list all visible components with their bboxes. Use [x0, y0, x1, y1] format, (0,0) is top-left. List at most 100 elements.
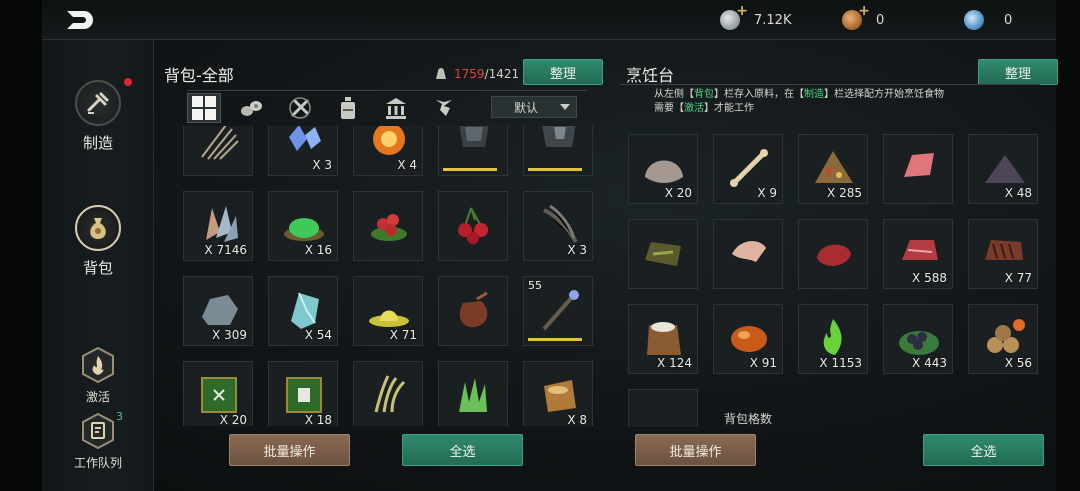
bag-item-slot[interactable]: X 4	[353, 126, 423, 176]
bag-item-slot[interactable]	[438, 191, 508, 261]
cooking-item-slot[interactable]	[798, 219, 868, 289]
sidebar-item-bag[interactable]: 背包	[42, 205, 154, 278]
cooking-batch-button[interactable]: 批量操作	[635, 434, 756, 466]
bag-item-slot[interactable]	[438, 126, 508, 176]
bag-item-slot[interactable]: X 7146	[183, 191, 253, 261]
item-quantity: X 54	[304, 328, 332, 342]
bag-item-slot[interactable]: X 16	[268, 191, 338, 261]
sidebar-item-queue[interactable]: 工作队列	[42, 412, 154, 471]
bag-item-slot[interactable]	[438, 276, 508, 346]
wood-icon	[241, 100, 262, 116]
item-level: 55	[528, 279, 542, 292]
item-quantity: X 3	[567, 243, 587, 257]
bag-item-slot[interactable]	[353, 191, 423, 261]
cooking-item-slot[interactable]	[883, 134, 953, 204]
armor-dark-icon	[536, 126, 582, 161]
item-quantity: X 8	[567, 413, 587, 426]
pink-item-icon	[641, 400, 687, 427]
filter-all-button[interactable]	[187, 92, 221, 123]
queue-count-badge: 3	[116, 410, 123, 423]
fire-orb-icon	[366, 126, 412, 161]
sidebar-item-craft[interactable]: 制造	[42, 80, 154, 153]
filter-building-button[interactable]	[379, 93, 413, 123]
cooking-item-slot[interactable]: X 77	[968, 219, 1038, 289]
bag-item-slot[interactable]	[438, 361, 508, 426]
building-icon	[386, 97, 406, 119]
grilled-steak-icon	[981, 230, 1027, 274]
bag-filter-bar: 默认	[187, 90, 587, 124]
currency-silver[interactable]: + 7.12K	[720, 3, 791, 31]
cherry-icon	[451, 202, 497, 246]
bag-item-slot[interactable]: X 309	[183, 276, 253, 346]
bag-item-slot[interactable]: X 3	[523, 191, 593, 261]
currency-gem[interactable]: 0	[964, 9, 1012, 31]
seed-sack-icon	[536, 372, 582, 416]
bag-item-slot[interactable]: X 3	[268, 126, 338, 176]
bag-grid: X 3 X 4 X 7146 X 16 X 3 X 309 X 54 X 71 55 X 20 X …	[180, 126, 600, 426]
bag-item-slot[interactable]: 55	[523, 276, 593, 346]
screen-edge-left	[0, 0, 42, 491]
sidebar-item-label: 工作队列	[73, 456, 122, 470]
dark-powder-icon	[981, 145, 1027, 189]
cooking-item-slot[interactable]: X 20	[628, 134, 698, 204]
sidebar-item-activate[interactable]: 激活	[42, 346, 154, 405]
bag-item-slot[interactable]	[183, 126, 253, 176]
item-quantity: X 124	[657, 356, 692, 370]
cooking-sort-button[interactable]: 整理	[978, 59, 1058, 85]
marbled-meat-icon	[896, 230, 942, 274]
yellow-slime-icon	[366, 287, 412, 331]
cooking-item-slot[interactable]: X 48	[968, 134, 1038, 204]
filter-tools-button[interactable]	[283, 93, 317, 123]
silver-coin-icon: +	[720, 3, 748, 30]
screen-edge-right	[1056, 0, 1080, 491]
queue-icon	[81, 412, 115, 450]
spice-mix-icon	[811, 145, 857, 189]
potion-icon	[341, 96, 355, 119]
top-bar	[42, 0, 1056, 40]
cooking-item-slot[interactable]	[713, 219, 783, 289]
item-quantity: X 309	[212, 328, 247, 342]
bag-item-slot[interactable]: X 18	[268, 361, 338, 426]
item-quantity: X 3	[312, 158, 332, 172]
thorns-icon	[196, 126, 242, 161]
item-quantity: X 77	[1004, 271, 1032, 285]
herb-board-icon	[641, 230, 687, 274]
filter-potion-button[interactable]	[331, 93, 365, 123]
back-button[interactable]	[64, 8, 96, 32]
bag-select-all-button[interactable]: 全选	[402, 434, 523, 466]
bag-item-slot[interactable]: X 20	[183, 361, 253, 426]
bag-weight: 1759/1421	[434, 67, 519, 81]
currency-copper[interactable]: + 0	[842, 3, 884, 31]
cooking-item-slot[interactable]: X 124	[628, 304, 698, 374]
cooking-item-slot[interactable]	[628, 389, 698, 427]
cooking-select-all-button[interactable]: 全选	[923, 434, 1044, 466]
gem-amount: 0	[1004, 12, 1013, 28]
filter-wood-button[interactable]	[235, 93, 269, 123]
filter-trophy-button[interactable]	[427, 93, 461, 123]
bag-item-slot[interactable]	[353, 361, 423, 426]
leather-pouch-icon	[451, 287, 497, 331]
cooking-item-slot[interactable]: X 9	[713, 134, 783, 204]
cooking-item-slot[interactable]: X 285	[798, 134, 868, 204]
bag-item-slot[interactable]: X 54	[268, 276, 338, 346]
cooking-item-slot[interactable]: X 1153	[798, 304, 868, 374]
cooking-item-slot[interactable]: X 91	[713, 304, 783, 374]
item-quantity: X 7146	[204, 243, 247, 257]
cooking-item-slot[interactable]: X 588	[883, 219, 953, 289]
sort-dropdown[interactable]: 默认	[491, 96, 577, 118]
cooking-title: 烹饪台	[626, 66, 675, 85]
bag-batch-button[interactable]: 批量操作	[229, 434, 350, 466]
green-flame-icon	[811, 315, 857, 359]
bag-item-slot[interactable]	[523, 126, 593, 176]
cooking-item-slot[interactable]: X 56	[968, 304, 1038, 374]
cooking-item-slot[interactable]: X 443	[883, 304, 953, 374]
grass-icon	[451, 372, 497, 416]
item-quantity: X 20	[664, 186, 692, 200]
armor-icon	[451, 126, 497, 161]
cooking-item-slot[interactable]	[628, 219, 698, 289]
green-book-2-icon	[281, 372, 327, 416]
bag-sort-button[interactable]: 整理	[523, 59, 603, 85]
bag-item-slot[interactable]: X 8	[523, 361, 593, 426]
all-icon	[192, 95, 216, 120]
bag-item-slot[interactable]: X 71	[353, 276, 423, 346]
